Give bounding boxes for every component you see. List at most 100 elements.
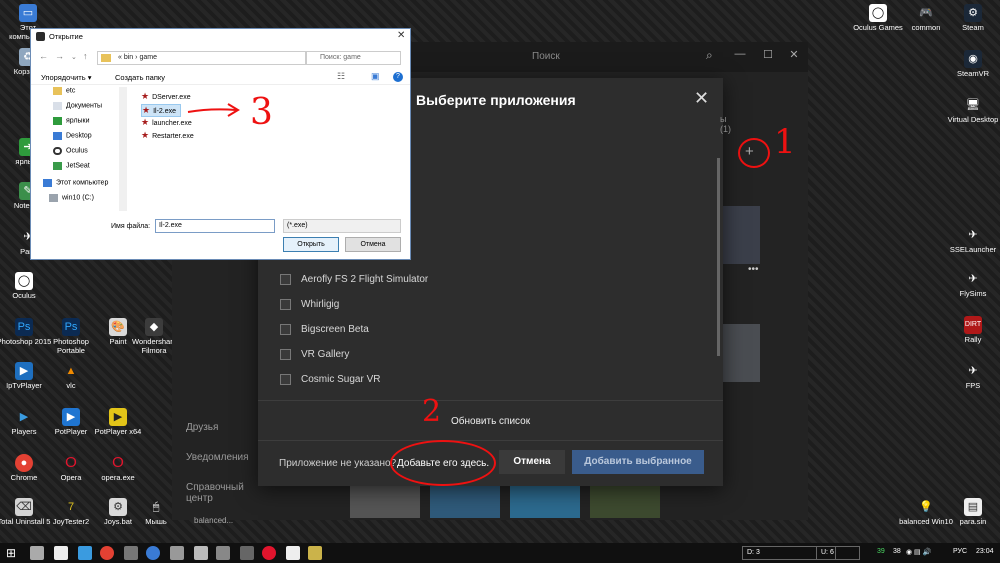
- taskbar-app-icon[interactable]: [308, 546, 322, 560]
- up-arrow-icon[interactable]: ↑: [83, 51, 88, 61]
- add-selected-button[interactable]: Добавить выбранное: [572, 450, 704, 474]
- taskbar: ⊞ D: 3 U: 6 39 38 ◉ ▤ 🔊 РУС 23:04: [0, 543, 1000, 563]
- oculus-sidebar: Друзья Уведомления Справочный центр: [172, 422, 262, 512]
- file-item-selected[interactable]: ★ Il-2.exe: [141, 104, 181, 117]
- checkbox[interactable]: [280, 299, 291, 310]
- dialog-search-input[interactable]: Поиск: game: [305, 51, 401, 65]
- opera-icon: O: [65, 454, 77, 471]
- filename-input[interactable]: Il-2.exe: [155, 219, 275, 233]
- desktop-icon-steamvr[interactable]: ◉ SteamVR: [945, 50, 1000, 79]
- taskbar-app-icon[interactable]: [54, 546, 68, 560]
- oculus-icon[interactable]: [286, 546, 300, 560]
- divider: [258, 440, 723, 441]
- close-icon[interactable]: ✕: [786, 48, 802, 64]
- vlc-icon: ▲: [65, 365, 77, 377]
- desktop-icon-flysims[interactable]: ✈ FlySims: [945, 270, 1000, 299]
- partial-label: balanced...: [194, 516, 234, 525]
- divider: [258, 400, 723, 401]
- open-button[interactable]: Открыть: [283, 237, 339, 252]
- file-type-select[interactable]: (*.exe): [283, 219, 401, 233]
- taskbar-app-icon[interactable]: [124, 546, 138, 560]
- app-checkbox-item[interactable]: Whirligig: [280, 299, 339, 315]
- search-icon[interactable]: ⌕: [706, 48, 720, 62]
- desktop-icon-fps[interactable]: ✈ FPS: [945, 362, 1000, 391]
- help-icon[interactable]: ?: [393, 72, 403, 82]
- minimize-icon[interactable]: —: [732, 48, 748, 64]
- maximize-icon[interactable]: ☐: [760, 48, 776, 64]
- game-tile[interactable]: [350, 486, 420, 518]
- game-tile[interactable]: [722, 324, 760, 382]
- organize-menu[interactable]: Упорядочить ▾: [41, 73, 91, 82]
- tree-scrollbar[interactable]: [119, 87, 127, 211]
- opera-icon[interactable]: [262, 546, 276, 560]
- refresh-list-button[interactable]: Обновить список: [451, 416, 530, 427]
- flysims-icon: ✈: [968, 273, 978, 285]
- checkbox[interactable]: [280, 324, 291, 335]
- desktop-icon-filmora[interactable]: ◆ Wondershare Filmora: [132, 318, 176, 355]
- sidebar-item-friends[interactable]: Друзья: [172, 422, 262, 452]
- app-checkbox-item[interactable]: VR Gallery: [280, 349, 349, 365]
- cancel-button[interactable]: Отмена: [345, 237, 401, 252]
- start-icon[interactable]: ⊞: [6, 546, 16, 560]
- close-icon[interactable]: ✕: [694, 88, 709, 109]
- taskbar-app-icon[interactable]: [100, 546, 114, 560]
- computer-icon: [43, 179, 52, 187]
- desktop-icon-oculus[interactable]: ◯ Oculus: [0, 272, 52, 301]
- checkbox[interactable]: [280, 349, 291, 360]
- app-checkbox-item[interactable]: Aerofly FS 2 Flight Simulator: [280, 274, 428, 290]
- sidebar-item-help-center[interactable]: Справочный центр: [172, 482, 262, 512]
- photoshop-icon: Ps: [62, 318, 80, 336]
- address-bar[interactable]: « bin › game: [97, 51, 307, 65]
- desktop-icon-sselauncher[interactable]: ✈ SSELauncher: [945, 226, 1000, 255]
- desktop-icon-para-sin[interactable]: ▤ para.sin: [945, 498, 1000, 527]
- desktop-icon-vlc[interactable]: ▲ vlc: [43, 362, 99, 391]
- clock[interactable]: 23:04: [976, 548, 994, 555]
- annotation-circle-1: [738, 138, 770, 168]
- game-tile[interactable]: [590, 486, 660, 518]
- checkbox[interactable]: [280, 274, 291, 285]
- taskbar-app-icon[interactable]: [216, 546, 230, 560]
- desktop-icon-potplayer-x64[interactable]: ▶ PotPlayer x64: [90, 408, 146, 437]
- app-checkbox-item[interactable]: Bigscreen Beta: [280, 324, 369, 340]
- chevron-down-icon[interactable]: ⌄: [71, 53, 77, 61]
- taskbar-app-icon[interactable]: [146, 546, 160, 560]
- cancel-button[interactable]: Отмена: [499, 450, 565, 474]
- taskbar-app-icon[interactable]: [170, 546, 184, 560]
- dialog-toolbar: Упорядочить ▾ Создать папку ☷ ▣ ?: [31, 69, 410, 85]
- new-folder-button[interactable]: Создать папку: [115, 73, 165, 82]
- taskbar-app-icon[interactable]: [240, 546, 254, 560]
- app-checkbox-item[interactable]: Cosmic Sugar VR: [280, 374, 380, 390]
- language-indicator[interactable]: РУС: [953, 548, 967, 555]
- filename-label: Имя файла:: [111, 223, 151, 230]
- forward-arrow-icon[interactable]: →: [55, 51, 64, 61]
- desktop-icon-steam[interactable]: ⚙ Steam: [945, 4, 1000, 33]
- desktop-icon-virtual-desktop[interactable]: 🖥 Virtual Desktop: [945, 96, 1000, 125]
- taskbar-app-icon[interactable]: [30, 546, 44, 560]
- more-options-icon[interactable]: •••: [748, 264, 759, 275]
- uninstall-icon: ⌫: [15, 498, 33, 516]
- breadcrumb-game[interactable]: game: [139, 54, 157, 61]
- tray-icons[interactable]: ◉ ▤ 🔊: [906, 548, 931, 556]
- game-tile[interactable]: [430, 486, 500, 518]
- bat-icon: ⚙: [109, 498, 127, 516]
- desktop-icon-rally[interactable]: DIRT Rally: [945, 316, 1000, 345]
- view-options-icon[interactable]: ☷: [337, 71, 345, 82]
- back-arrow-icon[interactable]: ←: [39, 51, 48, 61]
- desktop-icon-mouse[interactable]: 🖱 Мышь: [138, 498, 174, 527]
- checkbox[interactable]: [280, 374, 291, 385]
- sidebar-item-notifications[interactable]: Уведомления: [172, 452, 262, 482]
- game-tile[interactable]: [510, 486, 580, 518]
- taskbar-app-icon[interactable]: [78, 546, 92, 560]
- desktop-icon-opera-exe[interactable]: O opera.exe: [90, 454, 146, 483]
- preview-pane-icon[interactable]: ▣: [371, 71, 380, 82]
- breadcrumb-bin[interactable]: bin: [124, 54, 133, 61]
- taskbar-app-icon[interactable]: [194, 546, 208, 560]
- close-icon[interactable]: ✕: [397, 30, 405, 41]
- game-tile[interactable]: [722, 206, 760, 264]
- shortcuts-icon: [53, 117, 62, 125]
- annotation-arrow: [187, 103, 240, 117]
- modal-scrollbar[interactable]: [717, 158, 720, 356]
- oculus-search-input[interactable]: Поиск: [532, 48, 732, 66]
- file-item[interactable]: ★ Restarter.exe: [141, 130, 194, 143]
- photoshop-icon: Ps: [15, 318, 33, 336]
